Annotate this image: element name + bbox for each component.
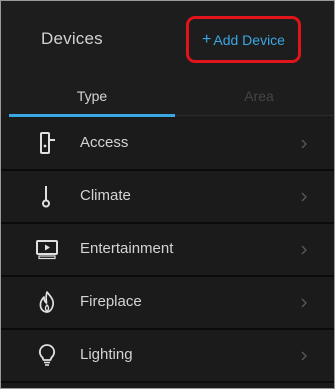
list-item-lighting[interactable]: Lighting bbox=[1, 330, 334, 383]
list-item-label: Access bbox=[80, 134, 129, 151]
list-item-label: Climate bbox=[80, 187, 131, 204]
chevron-right-icon bbox=[299, 137, 309, 151]
tab-track bbox=[175, 115, 334, 116]
list-item-climate[interactable]: Climate bbox=[1, 171, 334, 224]
list-item-access[interactable]: Access bbox=[1, 118, 334, 171]
active-tab-indicator bbox=[9, 114, 175, 117]
thermometer-icon bbox=[34, 183, 60, 209]
chevron-right-icon bbox=[299, 349, 309, 363]
flame-icon bbox=[34, 289, 60, 315]
list-item-entertainment[interactable]: Entertainment bbox=[1, 224, 334, 277]
chevron-right-icon bbox=[299, 190, 309, 204]
list-item-label: Fireplace bbox=[80, 293, 142, 310]
list-item-label: Entertainment bbox=[80, 240, 174, 257]
tab-area-label: Area bbox=[244, 88, 274, 104]
tv-icon bbox=[34, 236, 60, 262]
tab-type-label: Type bbox=[76, 88, 108, 104]
add-device-label: Add Device bbox=[213, 31, 285, 48]
chevron-right-icon bbox=[299, 296, 309, 310]
chevron-right-icon bbox=[299, 243, 309, 257]
device-type-list: Access Climate Entertainment Fireplace L… bbox=[1, 118, 334, 383]
tab-area[interactable]: Area bbox=[176, 75, 334, 117]
door-lock-icon bbox=[34, 130, 60, 156]
lightbulb-icon bbox=[34, 342, 60, 368]
page-title: Devices bbox=[41, 29, 103, 48]
add-device-button[interactable]: + Add Device bbox=[186, 16, 301, 63]
tab-bar: Type Area bbox=[1, 75, 334, 117]
list-item-label: Lighting bbox=[80, 346, 133, 363]
tab-type[interactable]: Type bbox=[9, 75, 175, 117]
header: Devices + Add Device bbox=[1, 1, 334, 75]
devices-screen: Devices + Add Device Type Area Access Cl… bbox=[0, 0, 335, 389]
list-item-fireplace[interactable]: Fireplace bbox=[1, 277, 334, 330]
plus-icon: + bbox=[202, 30, 212, 48]
